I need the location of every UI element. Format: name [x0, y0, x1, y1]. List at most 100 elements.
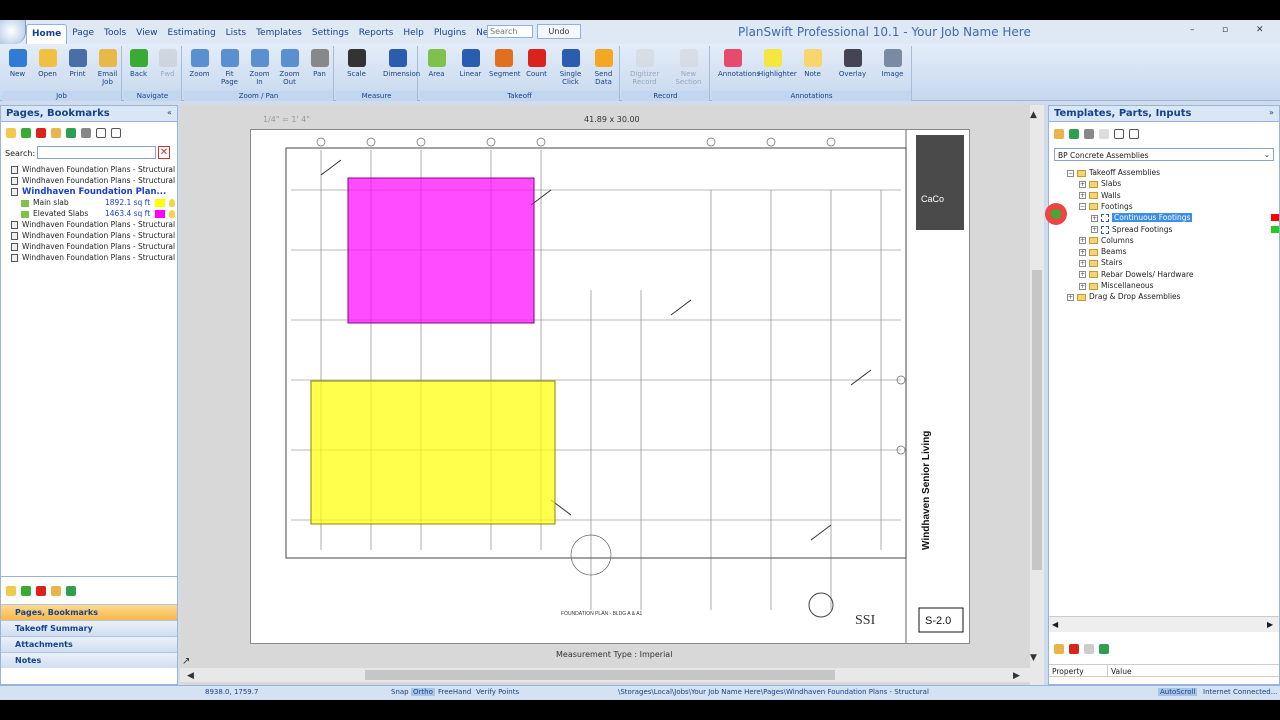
tab-plugins[interactable]: Plugins [429, 24, 471, 44]
tab-reports[interactable]: Reports [354, 24, 399, 44]
refresh-icon[interactable] [1069, 129, 1079, 139]
tree-folder[interactable]: + Slabs [1079, 179, 1121, 188]
page-item[interactable]: Windhaven Foundation Plans - Structural [11, 176, 175, 185]
scale-button[interactable]: Scale [342, 47, 371, 89]
elevated-slabs-area[interactable] [347, 177, 535, 324]
expand-toggle-icon[interactable]: + [1079, 282, 1086, 290]
image-button[interactable]: Image [878, 47, 907, 89]
expand-icon[interactable] [1114, 129, 1124, 139]
tree-folder[interactable]: + Columns [1079, 236, 1134, 245]
scroll-right-icon[interactable]: ▶ [1013, 671, 1020, 681]
nav-takeoff-summary[interactable]: Takeoff Summary [1, 620, 177, 636]
open-folder-icon[interactable] [1054, 129, 1064, 139]
drag-handle-icon[interactable] [1045, 203, 1067, 225]
color-swatch[interactable] [1271, 214, 1279, 222]
note-button[interactable]: Note [798, 47, 827, 89]
expand-toggle-icon[interactable]: + [1079, 248, 1086, 256]
template-dropdown[interactable]: BP Concrete Assemblies ⌄ [1054, 148, 1274, 161]
scroll-right-icon[interactable]: ▶ [1267, 620, 1273, 629]
expand-icon[interactable] [96, 128, 106, 138]
page-item[interactable]: Windhaven Foundation Plan... [11, 187, 166, 197]
tab-view[interactable]: View [131, 24, 162, 44]
tab-templates[interactable]: Templates [251, 24, 307, 44]
autoscroll-toggle[interactable]: AutoScroll [1158, 688, 1198, 696]
delete-icon[interactable] [1069, 644, 1079, 654]
close-button[interactable]: ✕ [1256, 25, 1264, 35]
zoom-out-button[interactable]: Zoom Out [275, 47, 304, 89]
expand-toggle-icon[interactable]: − [1079, 203, 1086, 211]
scroll-left-icon[interactable]: ◀ [1052, 620, 1058, 629]
dimension-button[interactable]: Dimension [383, 47, 420, 89]
page-item[interactable]: Windhaven Foundation Plans - Structural [11, 242, 175, 251]
nav-notes[interactable]: Notes [1, 652, 177, 668]
page-item[interactable]: Windhaven Foundation Plans - Structural [11, 253, 175, 262]
collapse-icon[interactable]: « [167, 108, 172, 117]
tab-home[interactable]: Home [26, 24, 68, 44]
linear-button[interactable]: Linear [456, 47, 485, 89]
refresh-icon[interactable] [1099, 644, 1109, 654]
expand-toggle-icon[interactable]: − [1067, 169, 1074, 177]
tab-help[interactable]: Help [398, 24, 429, 44]
expand-toggle-icon[interactable]: + [1079, 237, 1086, 245]
visibility-bulb-icon[interactable] [169, 199, 176, 207]
search-input[interactable] [487, 25, 533, 38]
tree-folder[interactable]: + Miscellaneous [1079, 281, 1154, 290]
main-slab-area[interactable] [310, 380, 556, 525]
open-folder-icon[interactable] [51, 128, 61, 138]
color-swatch[interactable] [155, 199, 166, 207]
open-folder-icon[interactable] [1054, 644, 1064, 654]
refresh-icon[interactable] [66, 128, 76, 138]
visibility-bulb-icon[interactable] [169, 210, 176, 218]
expand-toggle-icon[interactable]: + [1091, 226, 1098, 233]
horizontal-scrollbar[interactable] [180, 668, 1030, 682]
horizontal-scroll-thumb[interactable] [365, 670, 835, 680]
tree-folder[interactable]: + Walls [1079, 191, 1121, 200]
collapse-icon[interactable]: » [1269, 108, 1274, 117]
segment-button[interactable]: Segment [489, 47, 521, 89]
refresh-icon[interactable] [66, 586, 76, 596]
copy-icon[interactable] [1099, 129, 1109, 139]
single-click-button[interactable]: Single Click [556, 47, 585, 89]
tree-assembly-item[interactable]: + Spread Footings [1091, 225, 1172, 234]
tree-folder[interactable]: − Footings [1079, 202, 1133, 211]
undo-button[interactable]: Undo [537, 24, 581, 39]
expand-toggle-icon[interactable]: + [1091, 214, 1098, 222]
vertical-scroll-thumb[interactable] [1032, 270, 1042, 570]
ortho-toggle[interactable]: Ortho [411, 688, 435, 696]
pan-button[interactable]: Pan [305, 47, 334, 89]
tab-page[interactable]: Page [67, 24, 99, 44]
freehand-toggle[interactable]: FreeHand [438, 688, 471, 696]
digitizer-record-button[interactable]: Digitizer Record [630, 47, 659, 89]
add-icon[interactable] [21, 128, 31, 138]
tree-assembly-item[interactable]: + Continuous Footings [1091, 213, 1193, 223]
fit-page-button[interactable]: Fit Page [215, 47, 244, 89]
delete-icon[interactable] [36, 586, 46, 596]
app-menu-button[interactable] [0, 20, 26, 44]
open-folder-icon[interactable] [51, 586, 61, 596]
send-data-button[interactable]: Send Data [589, 47, 618, 89]
color-swatch[interactable] [1271, 225, 1279, 233]
clear-search-icon[interactable]: ✕ [158, 146, 170, 159]
expand-toggle-icon[interactable]: + [1079, 180, 1086, 188]
collapse-all-icon[interactable] [1129, 129, 1139, 139]
folder-icon[interactable] [6, 586, 16, 596]
sort-icon[interactable] [81, 128, 91, 138]
splitter[interactable] [1, 576, 177, 579]
vertical-scrollbar[interactable] [1030, 105, 1044, 685]
delete-icon[interactable] [36, 128, 46, 138]
fwd-button[interactable]: Fwd [153, 47, 182, 89]
count-button[interactable]: Count [522, 47, 551, 89]
tab-settings[interactable]: Settings [307, 24, 354, 44]
sort-icon[interactable] [1084, 129, 1094, 139]
nav-attachments[interactable]: Attachments [1, 636, 177, 652]
new-button[interactable]: New [3, 47, 32, 89]
tree-folder[interactable]: + Beams [1079, 247, 1127, 256]
resize-arrow-icon[interactable]: ↗ [182, 656, 190, 667]
annotations-button[interactable]: Annotations [718, 47, 760, 89]
print-button[interactable]: Print [63, 47, 92, 89]
folder-icon[interactable] [6, 128, 16, 138]
snap-toggle[interactable]: Snap [391, 688, 409, 696]
minimize-button[interactable]: – [1190, 25, 1195, 35]
tab-estimating[interactable]: Estimating [163, 24, 221, 44]
expand-toggle-icon[interactable]: + [1079, 259, 1086, 267]
